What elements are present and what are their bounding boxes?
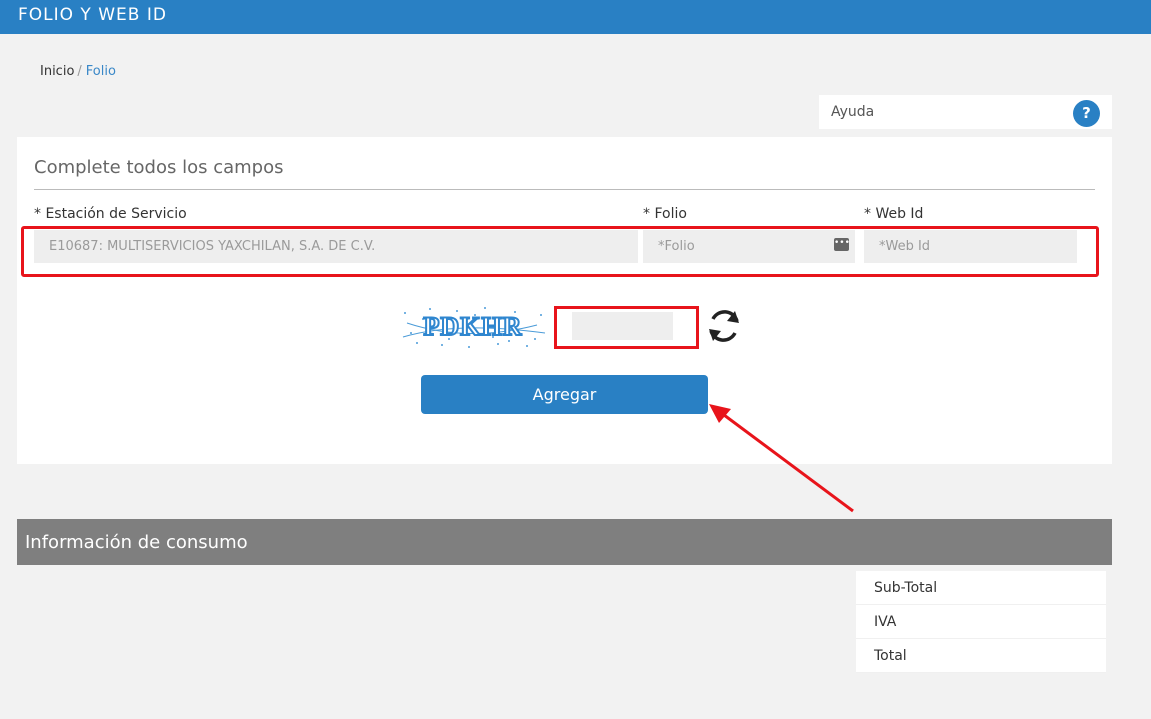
totals-panel: Sub-Total IVA Total bbox=[856, 571, 1106, 673]
help-label: Ayuda bbox=[831, 104, 875, 120]
webid-label: * Web Id bbox=[864, 206, 924, 222]
folio-label: * Folio bbox=[643, 206, 687, 222]
highlight-box-fields bbox=[21, 226, 1099, 277]
agregar-button[interactable]: Agregar bbox=[421, 375, 708, 414]
captcha-text: PDKHR bbox=[424, 312, 523, 341]
help-panel[interactable]: Ayuda ? bbox=[819, 95, 1112, 129]
station-label: * Estación de Servicio bbox=[34, 206, 187, 222]
iva-row: IVA bbox=[856, 605, 1106, 639]
form-heading: Complete todos los campos bbox=[34, 157, 284, 178]
heading-divider bbox=[34, 189, 1095, 190]
top-header: FOLIO Y WEB ID bbox=[0, 0, 1151, 34]
help-icon[interactable]: ? bbox=[1073, 100, 1100, 127]
breadcrumb-home[interactable]: Inicio bbox=[40, 64, 74, 79]
refresh-icon[interactable] bbox=[705, 307, 743, 345]
consumption-header: Información de consumo bbox=[17, 519, 1112, 565]
form-card: Complete todos los campos * Estación de … bbox=[17, 137, 1112, 464]
page-title: FOLIO Y WEB ID bbox=[18, 5, 167, 25]
breadcrumb-separator: / bbox=[77, 64, 82, 79]
highlight-box-captcha bbox=[554, 306, 699, 349]
total-row: Total bbox=[856, 639, 1106, 673]
subtotal-row: Sub-Total bbox=[856, 571, 1106, 605]
consumption-title: Información de consumo bbox=[25, 532, 248, 553]
breadcrumb: Inicio / Folio bbox=[40, 64, 116, 79]
breadcrumb-current[interactable]: Folio bbox=[86, 64, 116, 79]
captcha-image: PDKHR bbox=[397, 303, 549, 351]
